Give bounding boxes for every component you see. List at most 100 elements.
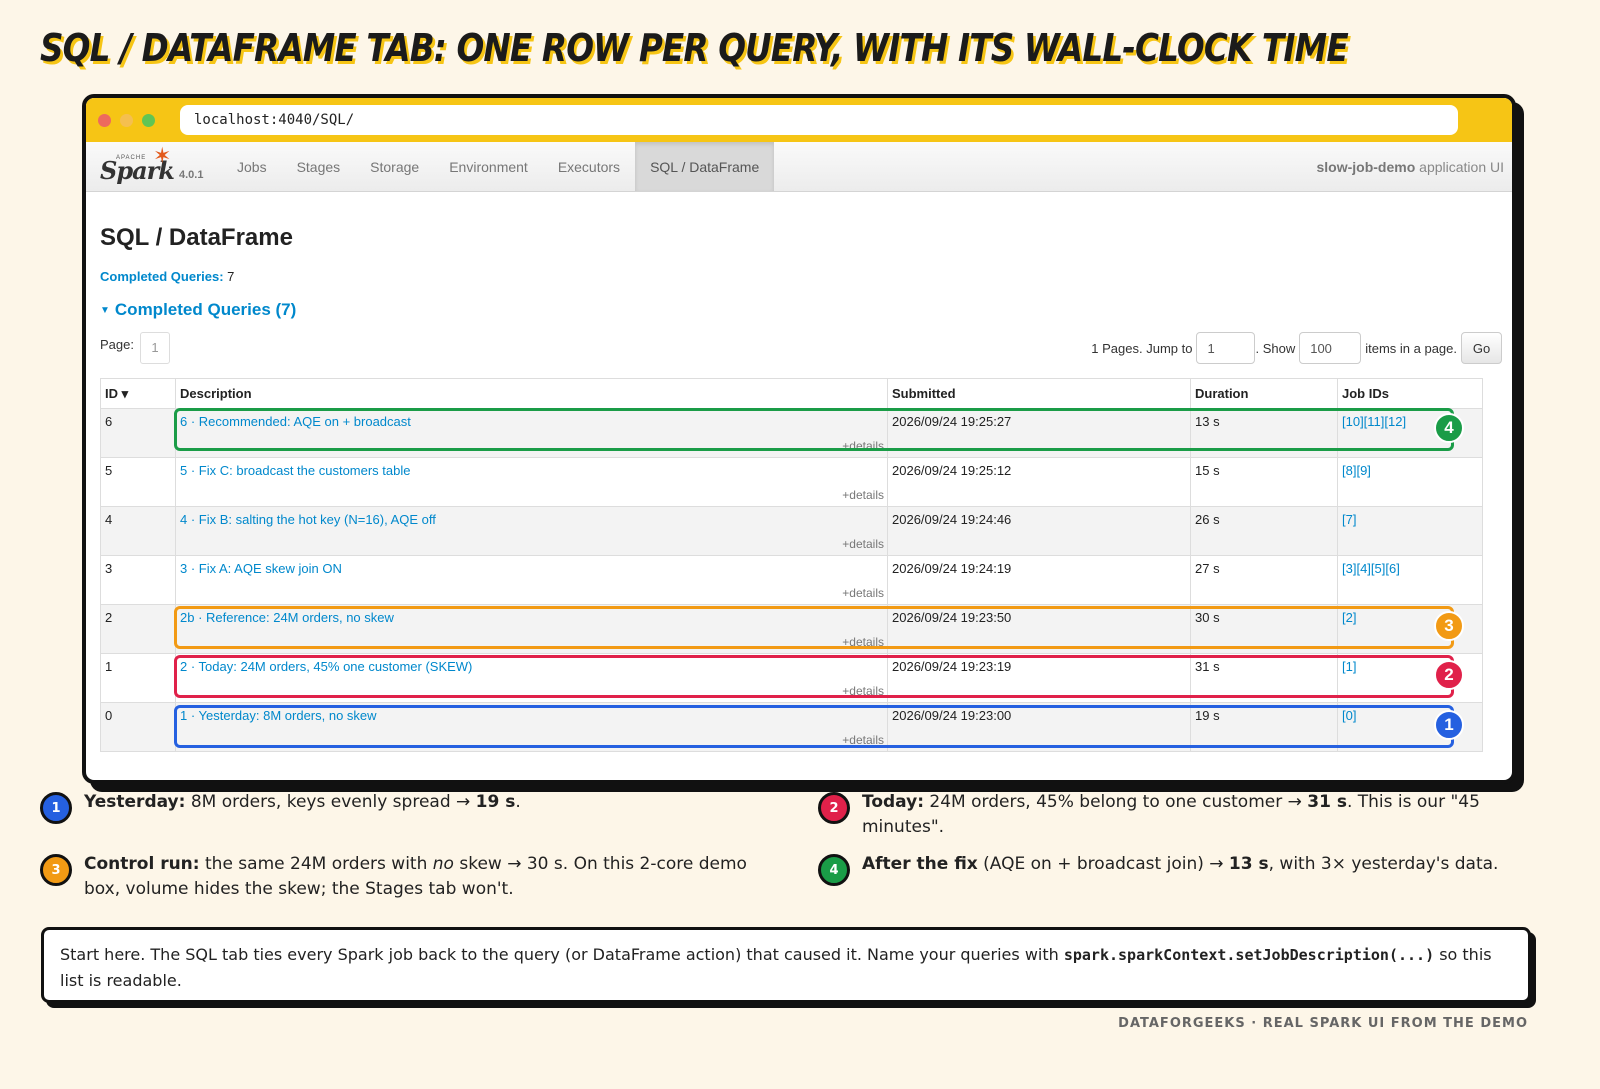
note-tail: . — [515, 792, 521, 812]
page-size-input[interactable] — [1299, 332, 1362, 364]
maximize-dot-icon[interactable] — [142, 113, 155, 127]
details-toggle[interactable]: +details — [842, 439, 884, 453]
tab-executors[interactable]: Executors — [543, 142, 635, 191]
query-description-link[interactable]: 5 · Fix C: broadcast the customers table — [180, 463, 410, 478]
details-toggle[interactable]: +details — [842, 586, 884, 600]
details-toggle[interactable]: +details — [842, 635, 884, 649]
cell-duration: 13 s — [1190, 408, 1338, 458]
cell-description: 4 · Fix B: salting the hot key (N=16), A… — [175, 506, 888, 556]
job-ids-link[interactable]: [3][4][5][6] — [1342, 561, 1400, 576]
table-row: 3 3 · Fix A: AQE skew join ON +details 20… — [100, 555, 1483, 605]
go-button[interactable]: Go — [1461, 332, 1502, 364]
section-title: Completed Queries (7) — [114, 300, 297, 319]
app-name-bold: slow-job-demo — [1316, 159, 1416, 175]
summary-line: Completed Queries: 7 — [100, 269, 1502, 284]
note-number-2: 2 — [818, 792, 850, 824]
query-description-link[interactable]: 4 · Fix B: salting the hot key (N=16), A… — [180, 512, 436, 527]
completed-queries-toggle[interactable]: ▼ Completed Queries (7) — [100, 300, 1502, 320]
note-bold: Control run: — [84, 854, 200, 874]
spark-navbar: APACHE Spark ✶ 4.0.1 Jobs Stages Storage… — [86, 142, 1512, 192]
cell-id: 4 — [100, 506, 176, 556]
header-job-ids[interactable]: Job IDs — [1337, 378, 1483, 409]
note-text: Control run: the same 24M orders with no… — [84, 852, 760, 902]
cell-id: 1 — [100, 653, 176, 703]
cell-id: 6 — [100, 408, 176, 458]
cell-duration: 30 s — [1190, 604, 1338, 654]
spark-version: 4.0.1 — [179, 169, 204, 181]
pagination: Page: 1 1 Pages. Jump to . Show items in… — [100, 332, 1502, 366]
query-description-link[interactable]: 3 · Fix A: AQE skew join ON — [180, 561, 342, 576]
header-duration[interactable]: Duration — [1190, 378, 1338, 409]
details-toggle[interactable]: +details — [842, 684, 884, 698]
cell-duration: 26 s — [1190, 506, 1338, 556]
tab-jobs[interactable]: Jobs — [222, 142, 282, 191]
cell-submitted: 2026/09/24 19:23:19 — [887, 653, 1191, 703]
header-description[interactable]: Description — [175, 378, 888, 409]
query-description-link[interactable]: 6 · Recommended: AQE on + broadcast — [180, 414, 411, 429]
query-description-link[interactable]: 1 · Yesterday: 8M orders, no skew — [180, 708, 377, 723]
cell-duration: 15 s — [1190, 457, 1338, 507]
headline: SQL / DataFrame tab: one row per query, … — [40, 26, 1349, 70]
completed-queries-count: 7 — [227, 269, 235, 284]
table-row: 4 4 · Fix B: salting the hot key (N=16),… — [100, 506, 1483, 556]
cell-description: 6 · Recommended: AQE on + broadcast +deta… — [175, 408, 888, 458]
tab-sql-dataframe[interactable]: SQL / DataFrame — [635, 142, 775, 191]
pagination-controls: 1 Pages. Jump to . Show items in a page.… — [1091, 332, 1502, 364]
cell-id: 5 — [100, 457, 176, 507]
header-id[interactable]: ID ▾ — [100, 378, 176, 409]
details-toggle[interactable]: +details — [842, 537, 884, 551]
job-ids-link[interactable]: [8][9] — [1342, 463, 1371, 478]
note-text: Yesterday: 8M orders, keys evenly spread… — [84, 790, 760, 815]
cell-submitted: 2026/09/24 19:24:46 — [887, 506, 1191, 556]
job-ids-link[interactable]: [2] — [1342, 610, 1356, 625]
page-title: SQL / DataFrame — [100, 224, 293, 251]
query-description-link[interactable]: 2b · Reference: 24M orders, no skew — [180, 610, 394, 625]
job-ids-link[interactable]: [10][11][12] — [1342, 414, 1406, 429]
job-ids-link[interactable]: [7] — [1342, 512, 1356, 527]
spark-logo[interactable]: APACHE Spark ✶ 4.0.1 — [86, 142, 222, 191]
highlight-badge-2: 2 — [1434, 660, 1464, 690]
job-ids-link[interactable]: [0] — [1342, 708, 1356, 723]
note-body: 8M orders, keys evenly spread → — [185, 792, 476, 812]
note-bold: Today: — [862, 792, 925, 812]
browser-window: localhost:4040/SQL/ APACHE Spark ✶ 4.0.1… — [82, 94, 1516, 784]
note-body: 24M orders, 45% belong to one customer → — [924, 792, 1308, 812]
tab-environment[interactable]: Environment — [434, 142, 543, 191]
caret-down-icon: ▼ — [100, 304, 110, 316]
query-description-link[interactable]: 2 · Today: 24M orders, 45% one customer … — [180, 659, 472, 674]
note-bold-value: 31 s — [1307, 792, 1347, 812]
minimize-dot-icon[interactable] — [120, 113, 133, 127]
cell-submitted: 2026/09/24 19:25:27 — [887, 408, 1191, 458]
cell-id: 3 — [100, 555, 176, 605]
note-3: 3 Control run: the same 24M orders with … — [40, 852, 760, 902]
address-bar[interactable]: localhost:4040/SQL/ — [180, 105, 1458, 135]
job-ids-link[interactable]: [1] — [1342, 659, 1356, 674]
note-number-3: 3 — [40, 854, 72, 886]
note-tail: , with 3× yesterday's data. — [1268, 854, 1499, 874]
close-dot-icon[interactable] — [98, 113, 111, 127]
highlight-badge-1: 1 — [1434, 710, 1464, 740]
cell-job-ids: [3][4][5][6] — [1337, 555, 1483, 605]
callout-code: spark.sparkContext.setJobDescription(...… — [1063, 946, 1435, 964]
details-toggle[interactable]: +details — [842, 488, 884, 502]
note-bold-value: 13 s — [1228, 854, 1269, 874]
show-text: . Show — [1255, 340, 1296, 356]
note-2: 2 Today: 24M orders, 45% belong to one c… — [818, 790, 1518, 840]
tab-storage[interactable]: Storage — [355, 142, 434, 191]
page-number-button[interactable]: 1 — [140, 332, 170, 364]
note-bold: Yesterday: — [84, 792, 186, 812]
table-row: 2 2b · Reference: 24M orders, no skew +de… — [100, 604, 1483, 654]
cell-submitted: 2026/09/24 19:23:50 — [887, 604, 1191, 654]
cell-duration: 31 s — [1190, 653, 1338, 703]
pages-text: 1 Pages. Jump to — [1091, 340, 1193, 356]
cell-job-ids: [8][9] — [1337, 457, 1483, 507]
tab-stages[interactable]: Stages — [282, 142, 356, 191]
note-bold-value: 19 s — [475, 792, 516, 812]
note-emphasis: no — [432, 854, 454, 874]
note-1: 1 Yesterday: 8M orders, keys evenly spre… — [40, 790, 760, 824]
details-toggle[interactable]: +details — [842, 733, 884, 747]
header-submitted[interactable]: Submitted — [887, 378, 1191, 409]
cell-submitted: 2026/09/24 19:24:19 — [887, 555, 1191, 605]
completed-queries-link[interactable]: Completed Queries: — [100, 269, 224, 284]
jump-to-page-input[interactable] — [1196, 332, 1256, 364]
